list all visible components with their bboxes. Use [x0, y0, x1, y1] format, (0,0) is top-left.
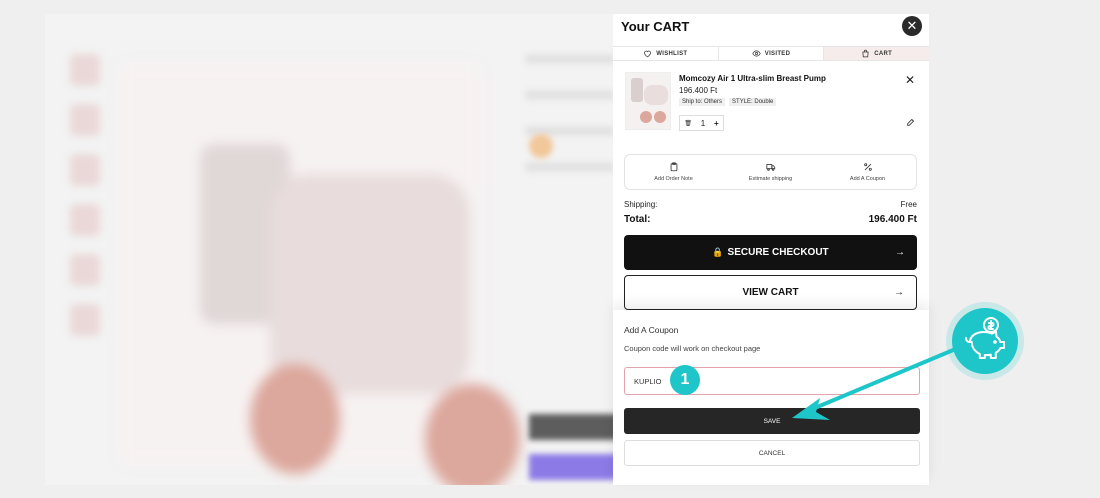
style-tag: STYLE: Double	[729, 98, 777, 106]
total-value: 196.400 Ft	[868, 214, 917, 225]
tab-wishlist[interactable]: WISHLIST	[613, 47, 719, 60]
ship-to-tag: Ship to: Others	[679, 98, 726, 106]
savings-badge	[946, 302, 1024, 380]
product-price: 196.400 Ft	[679, 86, 718, 95]
bag-icon	[862, 49, 869, 58]
tab-visited[interactable]: VISITED	[719, 47, 825, 60]
view-cart-button[interactable]: VIEW CART →	[624, 275, 917, 310]
thumbnail	[70, 54, 100, 86]
coupon-note: Coupon code will work on checkout page	[624, 344, 761, 353]
tab-cart[interactable]: CART	[824, 47, 930, 60]
cancel-coupon-button[interactable]: CANCEL	[624, 440, 920, 466]
clipboard-icon	[670, 162, 677, 172]
step-number-badge: 1	[670, 365, 700, 395]
lock-icon: 🔒	[712, 247, 724, 257]
badge-blurred	[529, 134, 553, 158]
product-info-blurred	[525, 54, 613, 198]
add-coupon-button[interactable]: Add A Coupon	[819, 155, 916, 189]
cart-item: Momcozy Air 1 Ultra-slim Breast Pump 196…	[625, 72, 921, 142]
piggy-bank-icon	[952, 308, 1018, 374]
quantity-stepper: 🗑 1 +	[679, 115, 724, 131]
tab-label: CART	[874, 50, 893, 57]
view-cart-label: VIEW CART	[742, 287, 799, 298]
thumbnail	[70, 204, 100, 236]
action-label: Add A Coupon	[849, 176, 886, 182]
edit-icon[interactable]	[906, 117, 916, 127]
background-product-page	[45, 14, 613, 485]
total-row: Total: 196.400 Ft	[624, 214, 917, 225]
add-order-note-button[interactable]: Add Order Note	[625, 155, 722, 189]
annotation-arrow	[792, 346, 960, 420]
action-label: Estimate shipping	[748, 176, 793, 182]
eye-icon	[752, 50, 761, 57]
tab-label: VISITED	[764, 50, 791, 57]
thumbnail-strip	[67, 54, 103, 354]
shipping-value: Free	[900, 200, 917, 209]
action-label: Add Order Note	[654, 176, 693, 182]
remove-item-button[interactable]: ✕	[905, 73, 915, 87]
coupon-title: Add A Coupon	[624, 325, 679, 335]
percent-icon	[863, 163, 872, 171]
variant-tags: Ship to: Others STYLE: Double	[679, 98, 777, 106]
thumbnail	[70, 304, 100, 336]
arrow-right-icon: →	[894, 287, 904, 298]
product-hero-image	[120, 64, 520, 485]
heart-icon	[644, 50, 652, 58]
drawer-title: Your CART	[621, 19, 690, 34]
total-label: Total:	[624, 214, 651, 225]
tab-label: WISHLIST	[656, 50, 688, 57]
close-drawer-button[interactable]: ✕	[902, 16, 922, 36]
thumbnail	[70, 254, 100, 286]
thumbnail	[70, 154, 100, 186]
estimate-shipping-button[interactable]: Estimate shipping	[722, 155, 819, 189]
trash-icon[interactable]: 🗑	[684, 120, 692, 127]
increment-button[interactable]: +	[714, 119, 719, 128]
shipping-row: Shipping: Free	[624, 200, 917, 209]
add-to-cart-blurred	[529, 414, 613, 440]
secure-checkout-button[interactable]: 🔒 SECURE CHECKOUT →	[624, 235, 917, 270]
drawer-tabs: WISHLIST VISITED CART	[613, 46, 930, 61]
buy-now-blurred	[529, 454, 613, 480]
arrow-right-icon: →	[895, 247, 905, 258]
quantity-value: 1	[700, 118, 706, 128]
product-name[interactable]: Momcozy Air 1 Ultra-slim Breast Pump	[679, 74, 826, 83]
truck-icon	[765, 164, 775, 171]
thumbnail	[70, 104, 100, 136]
checkout-label: SECURE CHECKOUT	[727, 247, 829, 258]
cart-actions: Add Order Note Estimate shipping Add A C…	[624, 154, 917, 190]
product-thumbnail[interactable]	[625, 72, 671, 130]
shipping-label: Shipping:	[624, 200, 658, 209]
